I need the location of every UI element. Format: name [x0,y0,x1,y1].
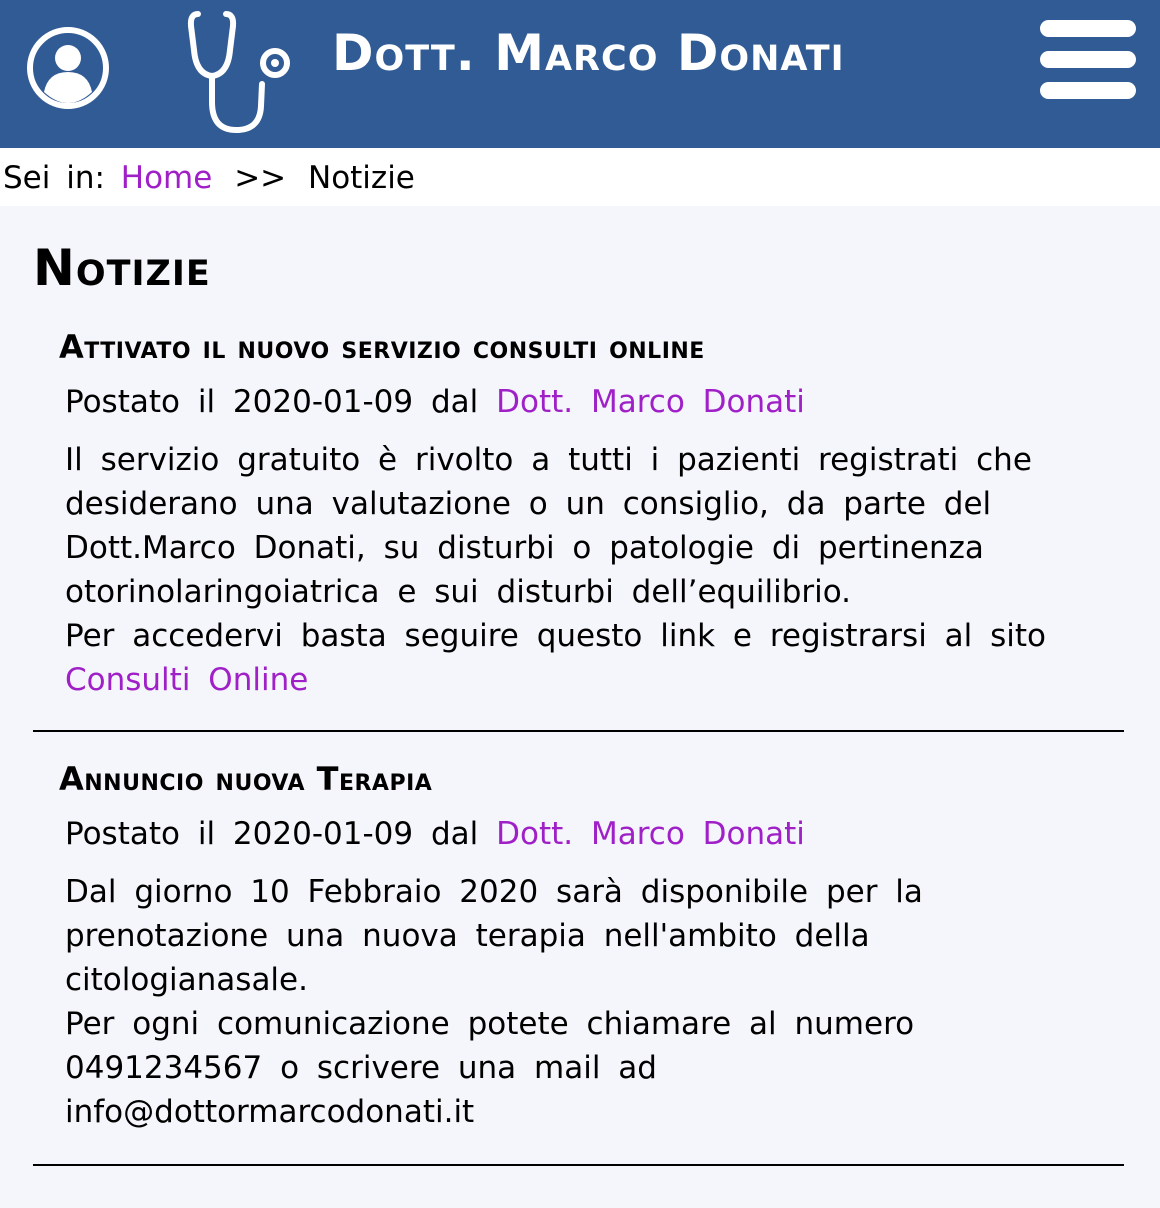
posted-label: Postato il [65,816,216,852]
breadcrumb-home-link[interactable]: Home [121,160,213,196]
breadcrumb: Sei in: Home >> Notizie [0,148,1160,206]
article-meta: Postato il 2020-01-09 dal Dott. Marco Do… [65,814,1124,854]
consulti-online-link[interactable]: Consulti Online [65,663,308,697]
article-title: Attivato il nuovo servizio consulti onli… [59,328,705,366]
site-header: Dott. Marco Donati [0,0,1160,148]
article-title: Annuncio nuova Terapia [59,760,433,798]
article-paragraph: Per ogni comunicazione potete chiamare a… [65,1006,915,1130]
author-prefix: dal [430,816,479,852]
article-date: 2020-01-09 [232,384,414,420]
article-paragraph: Dal giorno 10 Febbraio 2020 sarà disponi… [65,874,923,998]
stethoscope-icon [186,6,302,136]
posted-label: Postato il [65,384,216,420]
article-body: Il servizio gratuito è rivolto a tutti i… [65,438,1065,702]
author-link[interactable]: Dott. Marco Donati [496,816,805,852]
article-body: Dal giorno 10 Febbraio 2020 sarà disponi… [65,870,1065,1134]
article-date: 2020-01-09 [232,816,414,852]
article-paragraph: Il servizio gratuito è rivolto a tutti i… [65,442,1032,610]
news-article: Annuncio nuova Terapia Postato il 2020-0… [33,732,1124,1166]
article-paragraph: Per accedervi basta seguire questo link … [65,618,1047,654]
page-title: Notizie [33,239,211,297]
breadcrumb-current: Notizie [308,160,415,196]
author-link[interactable]: Dott. Marco Donati [496,384,805,420]
hamburger-menu-icon[interactable] [1040,20,1136,100]
breadcrumb-prefix: Sei in: [3,160,105,196]
author-prefix: dal [430,384,479,420]
site-title[interactable]: Dott. Marco Donati [332,24,845,82]
article-meta: Postato il 2020-01-09 dal Dott. Marco Do… [65,382,1124,422]
user-avatar-icon[interactable] [26,26,110,110]
main-content: Notizie Attivato il nuovo servizio consu… [0,206,1160,1166]
breadcrumb-separator: >> [234,160,287,196]
news-article: Attivato il nuovo servizio consulti onli… [33,298,1124,732]
